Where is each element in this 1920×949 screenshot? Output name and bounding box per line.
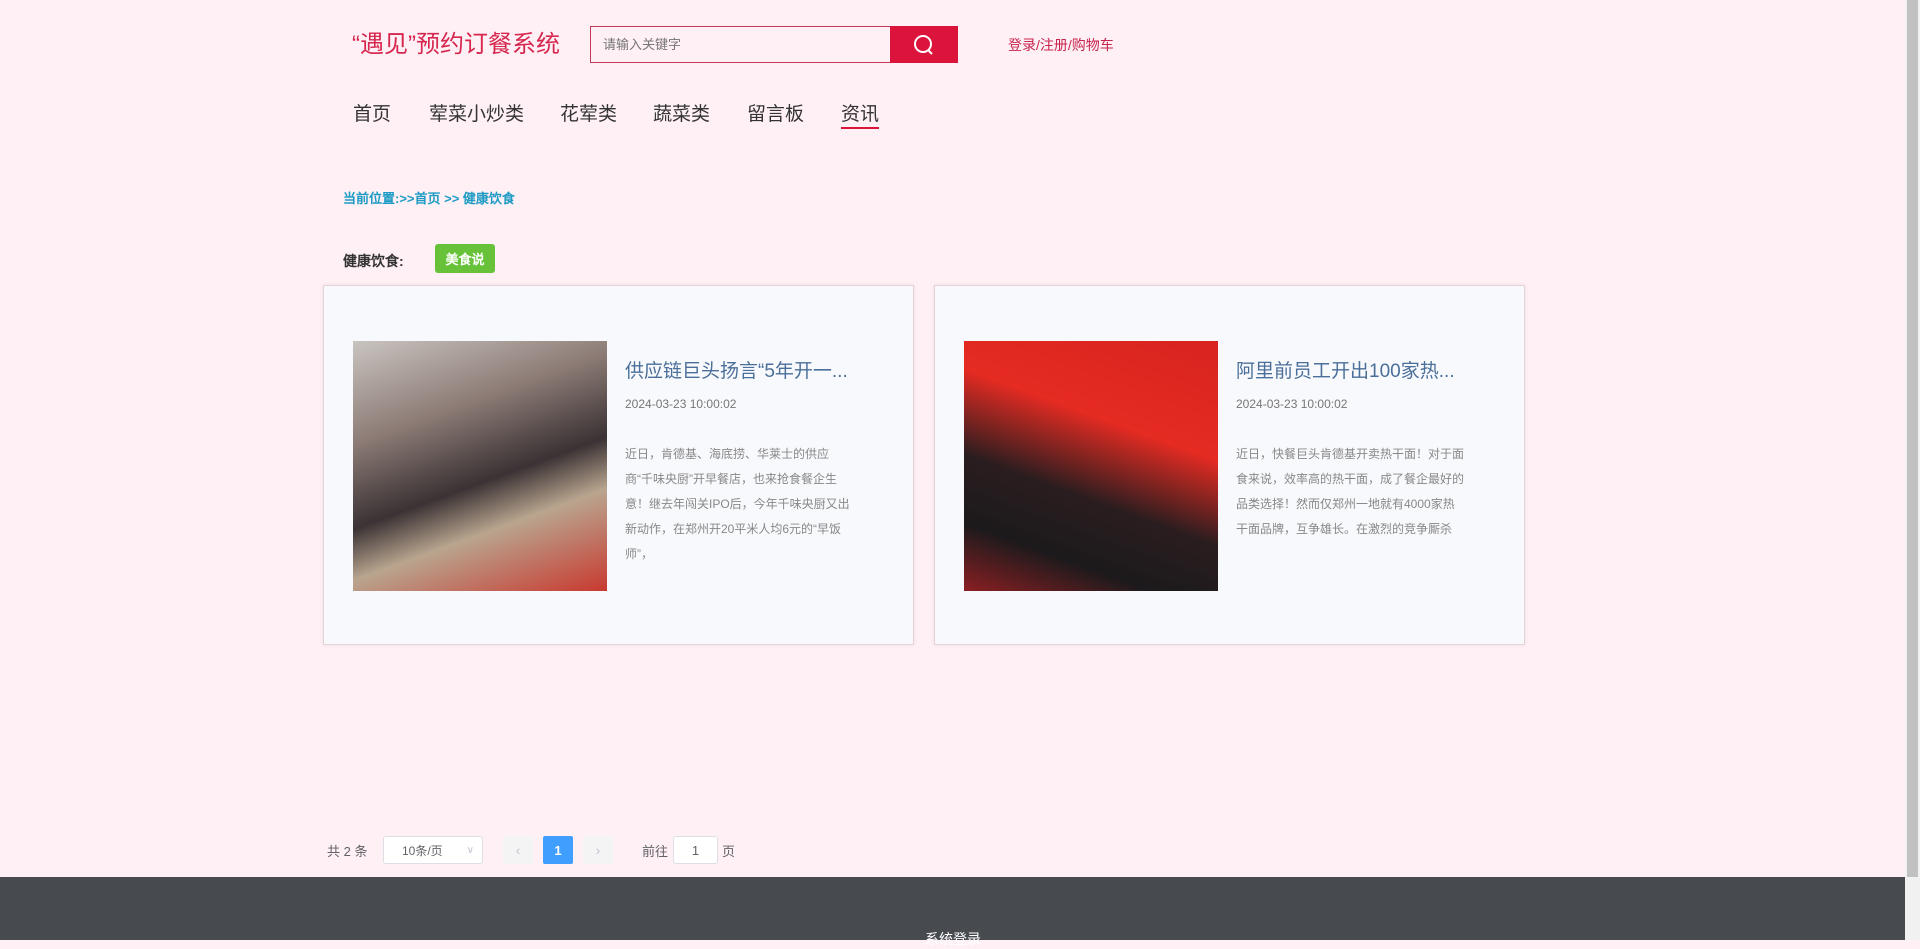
- nav-flower-meat[interactable]: 花荤类: [560, 99, 617, 126]
- login-register-cart-link[interactable]: 登录/注册/购物车: [1008, 35, 1114, 55]
- prev-page-button[interactable]: ‹: [503, 836, 533, 864]
- goto-label: 前往: [642, 844, 669, 859]
- article-date: 2024-03-23 10:00:02: [1236, 397, 1348, 411]
- category-label: 健康饮食:: [343, 253, 404, 269]
- goto-page-input[interactable]: [673, 836, 718, 864]
- page-size-value: 10条/页: [402, 843, 443, 858]
- search-icon: [914, 34, 933, 55]
- footer: 系统登录: [0, 877, 1905, 947]
- nav-meat-stirfry[interactable]: 荤菜小炒类: [429, 99, 524, 126]
- search-input[interactable]: [590, 26, 890, 63]
- site-logo[interactable]: “遇见”预约订餐系统: [352, 24, 560, 59]
- category-tag[interactable]: 美食说: [435, 244, 495, 273]
- search-bar: [590, 26, 958, 63]
- nav-home[interactable]: 首页: [353, 99, 391, 126]
- pagination-total: 共 2 条: [327, 844, 368, 859]
- page-suffix: 页: [722, 844, 736, 859]
- article-date: 2024-03-23 10:00:02: [625, 397, 737, 411]
- page-size-select[interactable]: 10条/页 ∨: [383, 836, 483, 864]
- article-title[interactable]: 供应链巨头扬言“5年开一...: [625, 356, 848, 383]
- nav-message-board[interactable]: 留言板: [747, 99, 804, 126]
- nav-news[interactable]: 资讯: [841, 99, 880, 129]
- next-page-button[interactable]: ›: [583, 836, 613, 864]
- article-summary: 近日，快餐巨头肯德基开卖热干面！对于面食来说，效率高的热干面，成了餐企最好的品类…: [1236, 447, 1465, 536]
- search-button[interactable]: [890, 26, 958, 63]
- article-card[interactable]: 供应链巨头扬言“5年开一... 2024-03-23 10:00:02 近日，肯…: [323, 285, 914, 645]
- article-title[interactable]: 阿里前员工开出100家热...: [1236, 356, 1455, 383]
- article-image[interactable]: [964, 341, 1218, 591]
- chevron-down-icon: ∨: [466, 844, 474, 856]
- article-card[interactable]: 阿里前员工开出100家热... 2024-03-23 10:00:02 近日，快…: [934, 285, 1525, 645]
- system-login-link[interactable]: 系统登录: [925, 929, 981, 949]
- nav-vegetables[interactable]: 蔬菜类: [653, 99, 710, 126]
- article-summary: 近日，肯德基、海底捞、华莱士的供应商“千味央厨”开早餐店，也来抢食餐企生意！继去…: [625, 447, 850, 561]
- article-image[interactable]: [353, 341, 607, 591]
- page-1-button[interactable]: 1: [543, 836, 573, 864]
- breadcrumb: 当前位置:>>首页 >> 健康饮食: [343, 191, 515, 206]
- scrollbar-thumb[interactable]: [1907, 0, 1918, 877]
